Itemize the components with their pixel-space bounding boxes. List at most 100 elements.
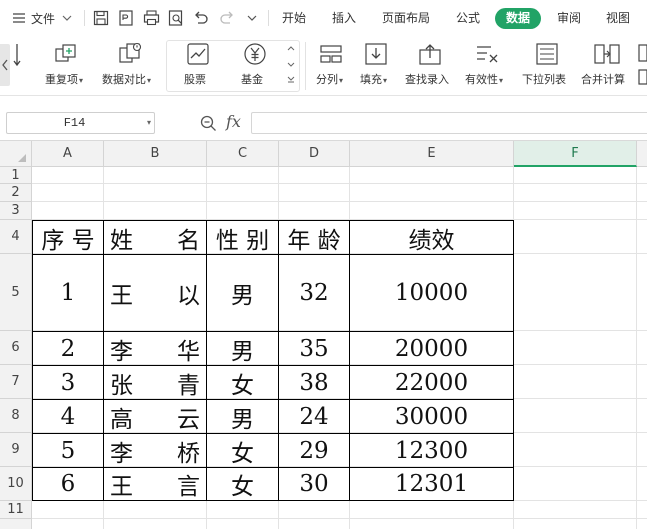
select-all-corner[interactable] [0,141,32,167]
tab-insert[interactable]: 插入 [332,0,356,36]
split-column-button[interactable]: 分列▾ [310,36,350,96]
fill-button[interactable]: 填充▾ [356,36,396,96]
row-header-2[interactable]: 2 [0,184,32,202]
cell-score[interactable]: 22000 [350,366,513,399]
row-header-4[interactable]: 4 [0,220,32,254]
cell-age[interactable]: 38 [279,366,349,399]
cell-name[interactable]: 王以 [104,255,206,331]
cell-name[interactable]: 张青 [104,366,206,399]
fund-button[interactable]: 基金 [228,36,283,96]
name-part: 王 [110,474,133,500]
file-menu[interactable]: 文件 [12,0,73,36]
cell-no[interactable]: 6 [33,468,103,500]
row-header-3[interactable]: 3 [0,202,32,220]
quick-access-dropdown-icon[interactable] [246,9,258,27]
cell-score[interactable]: 10000 [350,255,513,331]
column-header-a[interactable]: A [32,141,104,167]
header-cell-no[interactable]: 序 号 [33,221,103,254]
data-compare-button[interactable]: 数据对比▾ [100,36,160,96]
lookup-entry-button[interactable]: 查找录入 [403,36,457,96]
cell-age[interactable]: 30 [279,468,349,500]
more-ribbon-icon[interactable] [638,44,647,90]
row-header-6[interactable]: 6 [0,331,32,365]
row-header-5[interactable]: 5 [0,254,32,331]
cell-gender[interactable]: 男 [207,255,278,331]
column-header-c[interactable]: C [207,141,279,167]
caret-down-icon[interactable]: ▾ [147,113,151,133]
caret-down-icon: ▾ [383,76,388,85]
cell-gender[interactable]: 男 [207,400,278,433]
cell-age[interactable]: 24 [279,400,349,433]
dropdown-list-button[interactable]: 下拉列表 [520,36,574,96]
stock-button[interactable]: 股票 [170,36,225,96]
tab-home[interactable]: 开始 [282,0,306,36]
tab-formulas[interactable]: 公式 [456,0,480,36]
cell-score[interactable]: 30000 [350,400,513,433]
gallery-scroll-icon[interactable] [286,42,296,88]
name-box-value: F14 [63,116,86,130]
chevron-down-icon [62,15,72,21]
cell-no[interactable]: 5 [33,434,103,467]
row-header-7[interactable]: 7 [0,365,32,399]
ribbon: 重复项▾ 数据对比▾ 股票 基金 分列▾ 填充▾ 查找录入 有效性▾ 下拉列表 … [0,36,647,96]
print-icon[interactable] [143,9,160,27]
data-compare-icon [119,42,142,63]
row-header-12[interactable] [0,519,32,529]
sort-arrow-icon[interactable] [13,42,23,68]
save-icon[interactable] [93,9,109,27]
tab-view[interactable]: 视图 [606,0,630,36]
cell-name[interactable]: 王言 [104,468,206,500]
column-header-e[interactable]: E [350,141,514,167]
print-preview-icon[interactable] [168,9,185,27]
caret-down-icon: ▾ [79,76,84,85]
cell-gender[interactable]: 女 [207,468,278,500]
cell-age[interactable]: 29 [279,434,349,467]
row-header-11[interactable]: 11 [0,501,32,519]
column-header-g[interactable] [637,141,647,167]
file-menu-label: 文件 [31,11,56,26]
header-cell-name[interactable]: 姓 名 [104,221,206,254]
table-border [513,220,514,501]
cell-score[interactable]: 20000 [350,332,513,365]
header-cell-gender[interactable]: 性 别 [207,221,278,254]
cell-gender[interactable]: 男 [207,332,278,365]
export-pdf-icon[interactable] [118,9,134,27]
cell-name[interactable]: 高云 [104,400,206,433]
column-header-d[interactable]: D [279,141,350,167]
header-cell-age[interactable]: 年 龄 [279,221,349,254]
tab-page-layout[interactable]: 页面布局 [382,0,430,36]
header-cell-score[interactable]: 绩效 [350,221,513,254]
column-header-f[interactable]: F [514,141,637,167]
tab-data[interactable]: 数据 [495,8,541,29]
row-header-9[interactable]: 9 [0,433,32,467]
undo-icon[interactable] [193,9,209,27]
cell-age[interactable]: 35 [279,332,349,365]
cell-gender[interactable]: 女 [207,366,278,399]
validity-button[interactable]: 有效性▾ [463,36,513,96]
zoom-icon[interactable] [200,115,217,132]
column-header-b[interactable]: B [104,141,207,167]
cell-score[interactable]: 12300 [350,434,513,467]
cell-no[interactable]: 1 [33,255,103,331]
cell-name[interactable]: 李华 [104,332,206,365]
ribbon-scroll-left[interactable] [0,44,10,86]
redo-icon[interactable] [219,9,235,27]
tab-review[interactable]: 审阅 [557,0,581,36]
name-box[interactable]: F14 ▾ [6,112,155,134]
fund-label: 基金 [241,73,263,86]
cell-score[interactable]: 12301 [350,468,513,500]
dedupe-button[interactable]: 重复项▾ [42,36,92,96]
row-header-8[interactable]: 8 [0,399,32,433]
cell-name[interactable]: 李桥 [104,434,206,467]
cell-gender[interactable]: 女 [207,434,278,467]
cell-no[interactable]: 2 [33,332,103,365]
row-header-1[interactable]: 1 [0,167,32,184]
cell-no[interactable]: 4 [33,400,103,433]
name-part: 高 [110,406,133,433]
cell-no[interactable]: 3 [33,366,103,399]
cell-age[interactable]: 32 [279,255,349,331]
formula-input[interactable] [251,112,647,134]
fx-icon[interactable]: fx [226,112,241,132]
consolidate-button[interactable]: 合并计算 [579,36,635,96]
row-header-10[interactable]: 10 [0,467,32,501]
